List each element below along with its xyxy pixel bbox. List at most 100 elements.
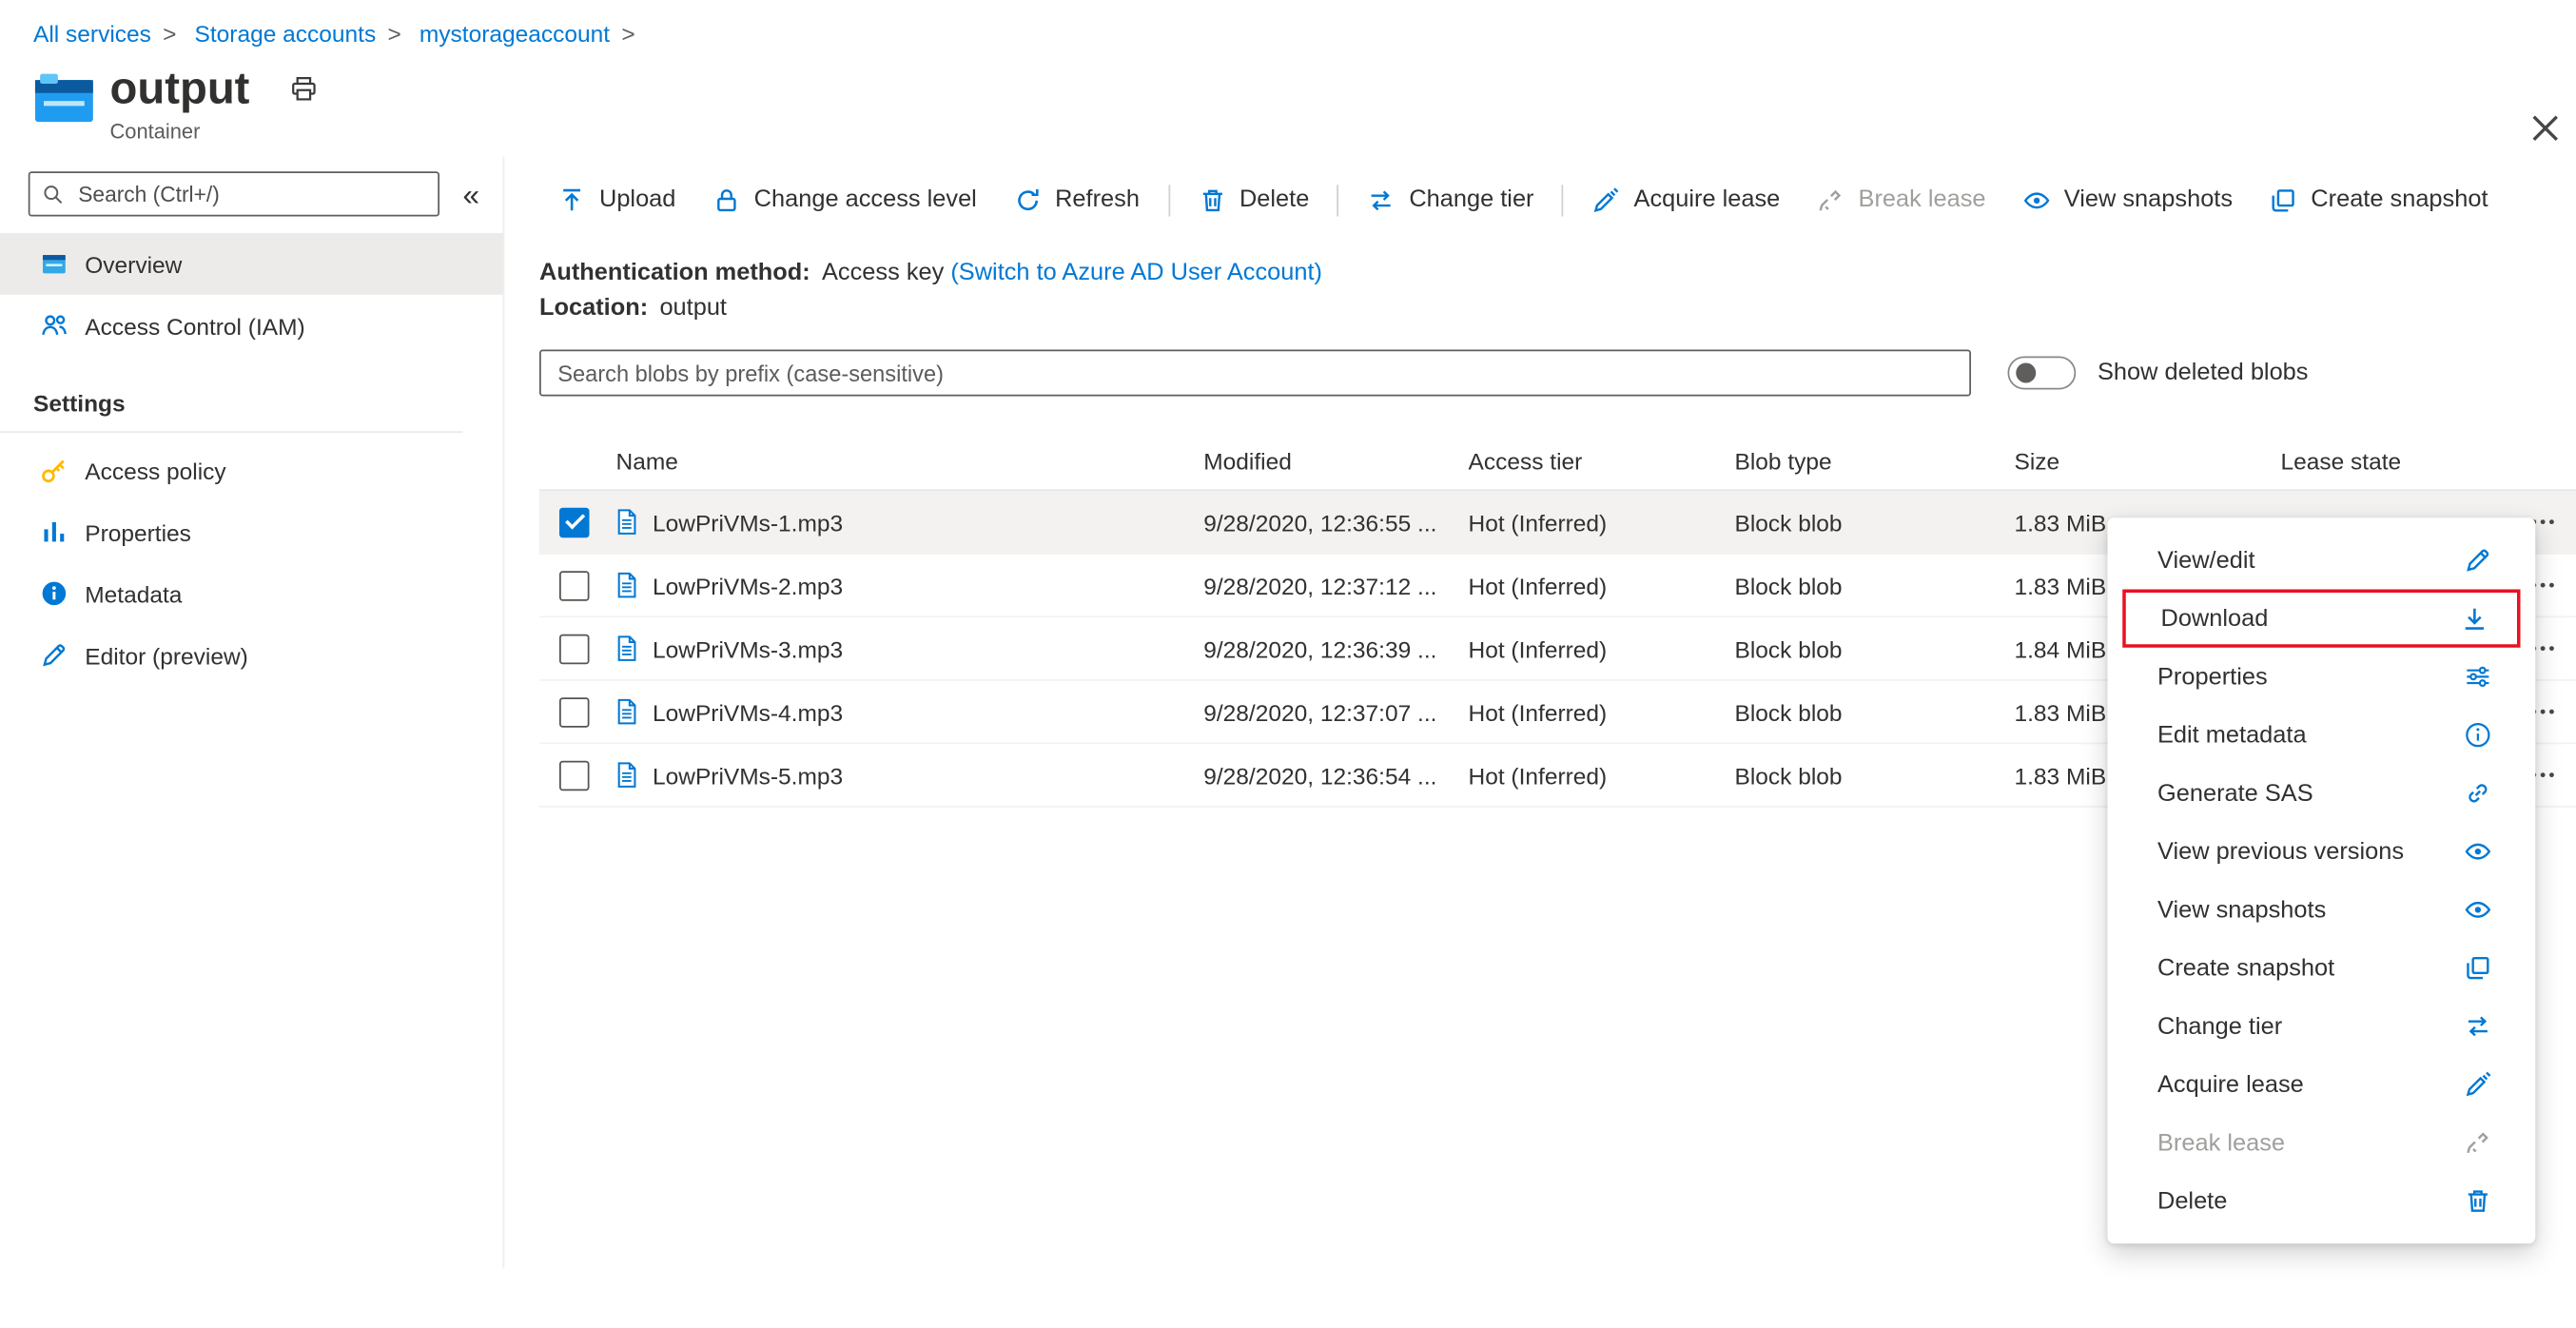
- link-icon: [2464, 779, 2492, 808]
- blob-access-tier: Hot (Inferred): [1468, 635, 1608, 662]
- context-menu-item[interactable]: View previous versions: [2108, 823, 2536, 881]
- break-lease-icon: [1817, 186, 1845, 214]
- row-checkbox[interactable]: [559, 633, 590, 664]
- snapshot-icon: [2270, 186, 2298, 214]
- context-menu-item[interactable]: Download: [2122, 589, 2521, 648]
- switch-account-link[interactable]: (Switch to Azure AD User Account): [950, 260, 1322, 286]
- context-menu-item[interactable]: Acquire lease: [2108, 1056, 2536, 1114]
- info-icon: [2464, 721, 2492, 750]
- sidebar-item[interactable]: Access policy: [0, 439, 503, 501]
- column-header-name[interactable]: Name: [613, 448, 1203, 475]
- row-checkbox[interactable]: [559, 570, 590, 600]
- file-icon: [613, 761, 641, 790]
- toolbar-button-label: Change access level: [753, 186, 977, 213]
- blob-name[interactable]: LowPriVMs-2.mp3: [653, 572, 1203, 598]
- trash-icon: [1198, 186, 1226, 214]
- context-menu-item[interactable]: Generate SAS: [2108, 764, 2536, 822]
- toolbar-button-label: Upload: [599, 186, 676, 213]
- sidebar-item-label: Overview: [85, 250, 183, 278]
- download-icon: [2461, 604, 2489, 633]
- filter-row: Show deleted blobs: [539, 349, 2576, 397]
- toolbar-button-label: Change tier: [1409, 186, 1534, 213]
- iam-icon: [40, 311, 68, 340]
- blob-modified: 9/28/2020, 12:37:12 ...: [1203, 572, 1437, 599]
- toolbar-button-label: Break lease: [1858, 186, 1986, 213]
- breadcrumb-link[interactable]: mystorageaccount: [420, 20, 610, 47]
- sidebar-item[interactable]: Editor (preview): [0, 624, 503, 686]
- context-menu-item-label: View/edit: [2157, 546, 2255, 574]
- context-menu-item-label: View previous versions: [2157, 838, 2405, 866]
- sidebar-searchbox[interactable]: [28, 171, 439, 217]
- sidebar-settings-nav: Access policy Properties Metadata Editor…: [0, 439, 503, 686]
- sidebar-item[interactable]: Metadata: [0, 563, 503, 625]
- sidebar-item-label: Editor (preview): [85, 641, 248, 669]
- sidebar-search-row: «: [28, 171, 503, 217]
- breadcrumb-link[interactable]: Storage accounts: [195, 20, 377, 47]
- sidebar-search-input[interactable]: [74, 180, 426, 208]
- column-header-access-tier[interactable]: Access tier: [1469, 448, 1735, 475]
- blob-name[interactable]: LowPriVMs-5.mp3: [653, 762, 1203, 789]
- blob-name[interactable]: LowPriVMs-1.mp3: [653, 509, 1203, 536]
- blob-modified: 9/28/2020, 12:36:54 ...: [1203, 761, 1437, 789]
- context-menu-item-label: View snapshots: [2157, 896, 2327, 924]
- table-header: Name Modified Access tier Blob type Size…: [539, 433, 2576, 492]
- close-button[interactable]: [2527, 110, 2565, 147]
- toolbar-button[interactable]: Refresh: [995, 186, 1158, 214]
- blob-access-tier: Hot (Inferred): [1468, 761, 1608, 789]
- toolbar-button[interactable]: Acquire lease: [1574, 186, 1799, 214]
- sidebar-item[interactable]: Overview: [0, 233, 503, 295]
- toolbar-button-label: View snapshots: [2063, 186, 2234, 213]
- info-section: Authentication method: Access key (Switch …: [539, 257, 2576, 327]
- context-menu-item[interactable]: Create snapshot: [2108, 939, 2536, 997]
- toolbar-button[interactable]: Change tier: [1349, 186, 1551, 214]
- context-menu-item[interactable]: Properties: [2108, 648, 2536, 706]
- sidebar-item[interactable]: Properties: [0, 501, 503, 563]
- row-checkbox[interactable]: [559, 759, 590, 791]
- sidebar-item-label: Metadata: [85, 579, 183, 607]
- blob-search-input[interactable]: [539, 349, 1971, 397]
- context-menu-item[interactable]: View/edit: [2108, 531, 2536, 589]
- print-icon[interactable]: [289, 74, 318, 103]
- blob-modified: 9/28/2020, 12:36:39 ...: [1203, 635, 1437, 662]
- blob-access-tier: Hot (Inferred): [1468, 508, 1608, 536]
- toggle-knob: [2016, 362, 2037, 383]
- acquire-lease-icon: [2464, 1070, 2492, 1099]
- context-menu-item[interactable]: Change tier: [2108, 997, 2536, 1055]
- context-menu-item[interactable]: Delete: [2108, 1172, 2536, 1230]
- acquire-lease-icon: [1592, 186, 1621, 214]
- breadcrumb-separator: >: [621, 20, 635, 47]
- context-menu-item[interactable]: Edit metadata: [2108, 706, 2536, 764]
- azure-portal-blade: All services > Storage accounts > mystorag…: [0, 0, 2576, 1328]
- column-header-size[interactable]: Size: [2015, 448, 2281, 475]
- toolbar-button[interactable]: Create snapshot: [2251, 186, 2506, 214]
- column-header-lease-state[interactable]: Lease state: [2281, 448, 2498, 475]
- column-header-blob-type[interactable]: Blob type: [1735, 448, 2015, 475]
- blob-name[interactable]: LowPriVMs-4.mp3: [653, 698, 1203, 725]
- context-menu-item-label: Download: [2160, 605, 2269, 633]
- context-menu-item-label: Change tier: [2157, 1012, 2283, 1040]
- breadcrumb-separator: >: [163, 20, 177, 47]
- show-deleted-toggle[interactable]: [2007, 356, 2077, 390]
- breadcrumb: All services > Storage accounts > mystorag…: [0, 0, 2576, 47]
- row-checkbox[interactable]: [559, 506, 590, 537]
- file-icon: [613, 635, 641, 663]
- toolbar-button-label: Create snapshot: [2311, 186, 2488, 213]
- sidebar-collapse-button[interactable]: «: [463, 179, 480, 209]
- toolbar-button[interactable]: Delete: [1180, 186, 1328, 214]
- breadcrumb-link[interactable]: All services: [33, 20, 151, 47]
- toolbar-button[interactable]: Change access level: [694, 186, 995, 214]
- eye-icon: [2022, 186, 2051, 214]
- context-menu-item[interactable]: View snapshots: [2108, 881, 2536, 939]
- show-deleted-label: Show deleted blobs: [2098, 360, 2309, 386]
- lock-icon: [712, 186, 741, 214]
- blob-name[interactable]: LowPriVMs-3.mp3: [653, 635, 1203, 662]
- row-checkbox[interactable]: [559, 696, 590, 727]
- toolbar-button[interactable]: View snapshots: [2004, 186, 2252, 214]
- sidebar-item[interactable]: Access Control (IAM): [0, 295, 503, 357]
- container-icon: [33, 71, 95, 125]
- auth-method-value: Access key: [822, 260, 945, 286]
- column-header-modified[interactable]: Modified: [1203, 448, 1468, 475]
- toolbar: Upload Change access level Refresh Delet…: [539, 166, 2576, 233]
- sidebar-item-label: Properties: [85, 518, 191, 546]
- toolbar-button[interactable]: Upload: [539, 186, 694, 214]
